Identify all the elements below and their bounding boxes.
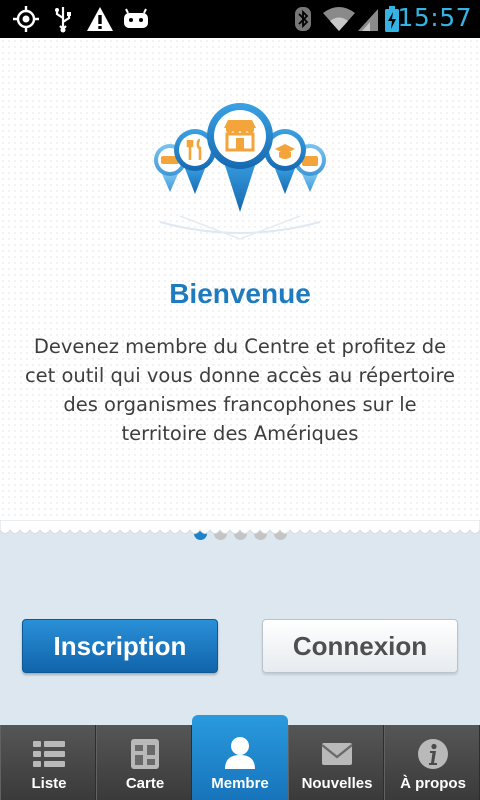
- tab-list[interactable]: Liste: [0, 725, 96, 800]
- welcome-description: Devenez membre du Centre et profitez de …: [24, 335, 456, 445]
- welcome-title: Bienvenue: [169, 278, 311, 309]
- list-icon: [33, 741, 65, 767]
- welcome-card: Bienvenue Devenez membre du Centre et pr…: [0, 38, 480, 540]
- tab-label: Carte: [125, 775, 165, 792]
- signal-icon: [358, 9, 378, 31]
- tab-map[interactable]: Carte: [96, 725, 192, 800]
- warning-icon: [87, 7, 113, 31]
- map-icon: [131, 739, 159, 769]
- tab-news[interactable]: Nouvelles: [288, 725, 384, 800]
- tab-label: Nouvelles: [301, 775, 373, 792]
- bluetooth-icon: [295, 7, 311, 31]
- location-pins-illustration: [154, 103, 326, 240]
- usb-icon: [55, 7, 71, 33]
- android-debug-icon: [124, 8, 148, 28]
- tab-label: À propos: [400, 775, 466, 792]
- tab-label: Liste: [31, 775, 67, 792]
- bottom-tab-bar: Liste Carte Membre Nouvelles À propos: [0, 715, 480, 800]
- tab-member[interactable]: Membre: [192, 715, 288, 800]
- info-icon: [418, 739, 448, 769]
- gps-icon: [13, 6, 39, 32]
- register-button[interactable]: Inscription: [22, 619, 218, 673]
- login-button[interactable]: Connexion: [262, 619, 458, 673]
- status-bar: 15:57: [0, 0, 480, 38]
- wifi-icon: [323, 7, 355, 31]
- card-wavy-edge: [0, 520, 480, 534]
- news-icon: [321, 743, 353, 765]
- member-icon: [225, 737, 255, 769]
- tab-label: Membre: [211, 775, 269, 792]
- status-time: 15:57: [397, 3, 472, 32]
- tab-about[interactable]: À propos: [384, 725, 480, 800]
